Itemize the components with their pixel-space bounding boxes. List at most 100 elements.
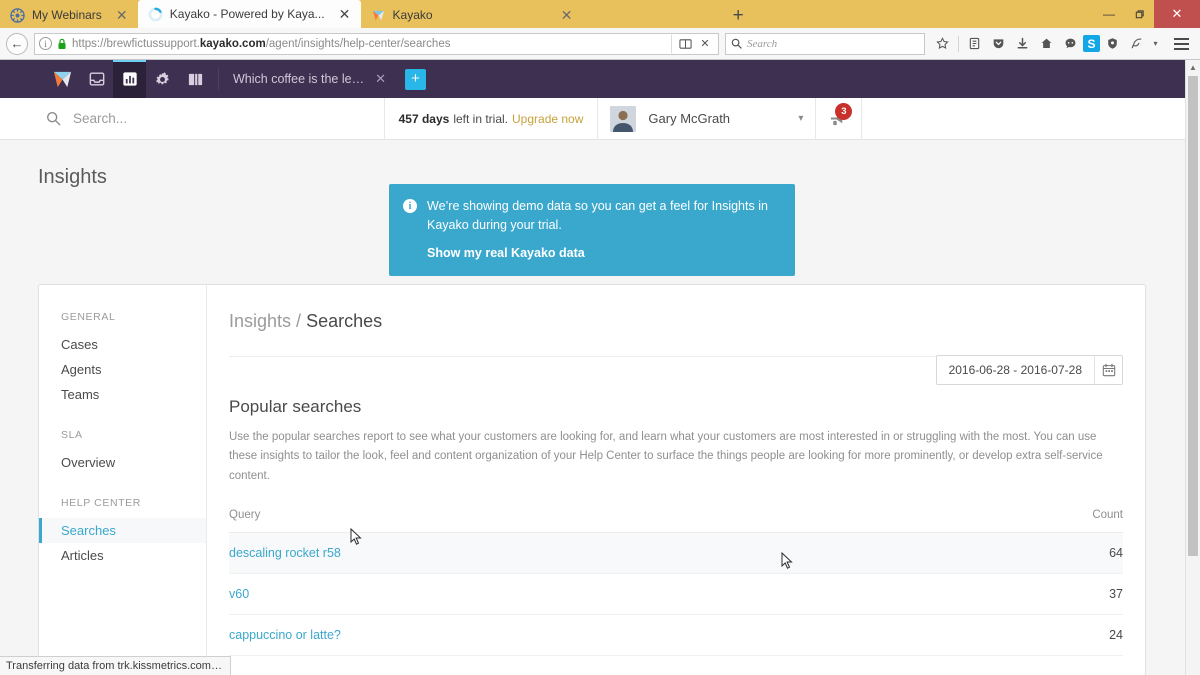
scroll-up-arrow-icon[interactable]: ▲ [1186,60,1200,74]
chevron-down-icon[interactable]: ▾ [798,113,803,124]
window-maximize-button[interactable] [1124,2,1154,26]
show-real-data-link[interactable]: Show my real Kayako data [427,244,779,263]
browser-tab-2[interactable]: Kayako ✕ [361,2,724,28]
sidebar-item-articles[interactable]: Articles [39,543,206,568]
header-spacer [861,97,1200,140]
nav-settings-gear-icon[interactable] [146,60,179,98]
nav-knowledgebase-icon[interactable] [179,60,212,98]
sidebar-item-teams[interactable]: Teams [39,382,206,407]
table-cell-count: 24 [930,614,1123,656]
webinar-icon [10,7,25,23]
feather-icon[interactable] [1125,32,1148,55]
table-row[interactable]: v60 37 [229,573,1123,615]
kayako-icon [371,8,386,23]
browser-search-placeholder: Search [747,37,778,50]
url-bar-buttons: ✕ [671,34,714,53]
hamburger-menu-icon[interactable] [1168,32,1194,55]
chat-icon[interactable] [1059,32,1082,55]
table-cell-query: v60 [229,573,931,615]
toolbar-divider [958,35,959,52]
reader-mode-icon[interactable] [676,35,694,53]
home-icon[interactable] [1035,32,1058,55]
sidebar-item-searches[interactable]: Searches [39,518,206,543]
page-title: Insights [38,166,107,188]
new-tab-button[interactable]: + [724,6,753,25]
browser-tab-1[interactable]: Kayako - Powered by Kaya... ✕ [137,0,361,28]
sidebar-item-agents[interactable]: Agents [39,357,206,382]
search-icon [46,111,61,126]
url-bar[interactable]: i https://brewfictussupport.kayako.com/a… [34,32,719,55]
library-icon[interactable] [963,32,986,55]
query-link[interactable]: v60 [229,587,249,601]
info-icon: i [403,199,417,213]
chevron-down-icon[interactable]: ▾ [1149,32,1162,55]
user-menu[interactable]: Gary McGrath ▾ [597,97,815,140]
sidebar-item-cases[interactable]: Cases [39,332,206,357]
sidebar-heading-sla: SLA [61,429,83,441]
kayako-loading-icon [148,7,163,22]
site-info-icon[interactable]: i [39,37,52,50]
skype-icon[interactable]: S [1083,35,1100,52]
calendar-icon[interactable] [1094,356,1122,384]
stop-icon[interactable]: ✕ [696,35,714,53]
upgrade-now-link[interactable]: Upgrade now [512,112,583,126]
bookmark-star-icon[interactable] [931,32,954,55]
kayako-search-input[interactable]: Search... [0,111,384,126]
pocket-icon[interactable] [987,32,1010,55]
kayako-open-tab[interactable]: Which coffee is the le… ✕ [219,60,398,98]
table-row[interactable]: cappuccino or latte? 24 [229,614,1123,656]
browser-navbar: ← i https://brewfictussupport.kayako.com… [0,28,1200,60]
nav-insights-icon[interactable] [113,60,146,98]
user-name: Gary McGrath [648,111,731,126]
insights-sidebar: GENERAL Cases Agents Teams SLA Overview … [39,285,207,675]
column-header-query[interactable]: Query [229,508,931,533]
toast-line-1: We’re showing demo data so you can get a… [427,199,768,213]
kayako-logo-icon[interactable] [44,60,80,98]
demo-data-toast: i We’re showing demo data so you can get… [389,184,795,277]
table-row[interactable]: descaling rocket r58 64 [229,532,1123,574]
breadcrumb-root[interactable]: Insights / [229,311,301,331]
browser-tab-close-icon[interactable]: ✕ [115,8,129,22]
back-button[interactable]: ← [6,32,28,55]
kayako-header: Search... 457 days left in trial. Upgrad… [0,97,1200,140]
browser-tab-close-icon[interactable]: ✕ [338,7,352,21]
shield-icon[interactable] [1101,32,1124,55]
kayako-open-tab-label: Which coffee is the le… [233,72,365,86]
kayako-top-nav: Which coffee is the le… ✕ + [0,60,1200,98]
browser-tab-0[interactable]: My Webinars ✕ [0,2,138,28]
kayako-add-tab-button[interactable]: + [405,68,426,90]
breadcrumb-current: Searches [306,311,383,331]
column-header-count[interactable]: Count [930,508,1123,533]
table-cell-count: 37 [930,573,1123,615]
date-range-value: 2016-06-28 - 2016-07-28 [948,363,1082,377]
breadcrumb: Insights / Searches [229,311,1123,332]
lock-icon [57,38,67,50]
insights-main: Insights / Searches 2016-06-28 - 2016-07… [207,285,1145,675]
browser-tabstrip: My Webinars ✕ Kayako - Powered by Kaya..… [0,0,1200,28]
browser-tab-title: My Webinars [32,8,102,22]
kayako-tab-close-icon[interactable]: ✕ [375,71,386,87]
page-scrollbar[interactable]: ▲ [1185,60,1200,675]
popular-searches-title: Popular searches [229,397,362,416]
url-path: /agent/insights/help-center/searches [265,37,451,50]
date-range-picker[interactable]: 2016-06-28 - 2016-07-28 [935,355,1123,385]
query-link[interactable]: descaling rocket r58 [229,546,341,560]
browser-tab-close-icon[interactable]: ✕ [560,8,574,22]
browser-status-text: Transferring data from trk.kissmetrics.c… [0,656,231,675]
notifications-button[interactable]: 3 [815,97,861,140]
table-header-row: Query Count [229,508,1123,533]
table-cell-query: cappuccino or latte? [229,614,931,656]
nav-inbox-icon[interactable] [80,60,113,98]
downloads-icon[interactable] [1011,32,1034,55]
window-close-button[interactable]: ✕ [1154,0,1200,28]
notification-badge: 3 [835,102,853,120]
query-link[interactable]: cappuccino or latte? [229,628,341,642]
sidebar-item-overview[interactable]: Overview [39,450,206,475]
browser-chrome: My Webinars ✕ Kayako - Powered by Kaya..… [0,0,1200,60]
scrollbar-thumb[interactable] [1188,76,1198,556]
avatar [610,105,637,132]
browser-search-bar[interactable]: Search [725,32,925,55]
window-minimize-button[interactable]: — [1094,2,1124,26]
